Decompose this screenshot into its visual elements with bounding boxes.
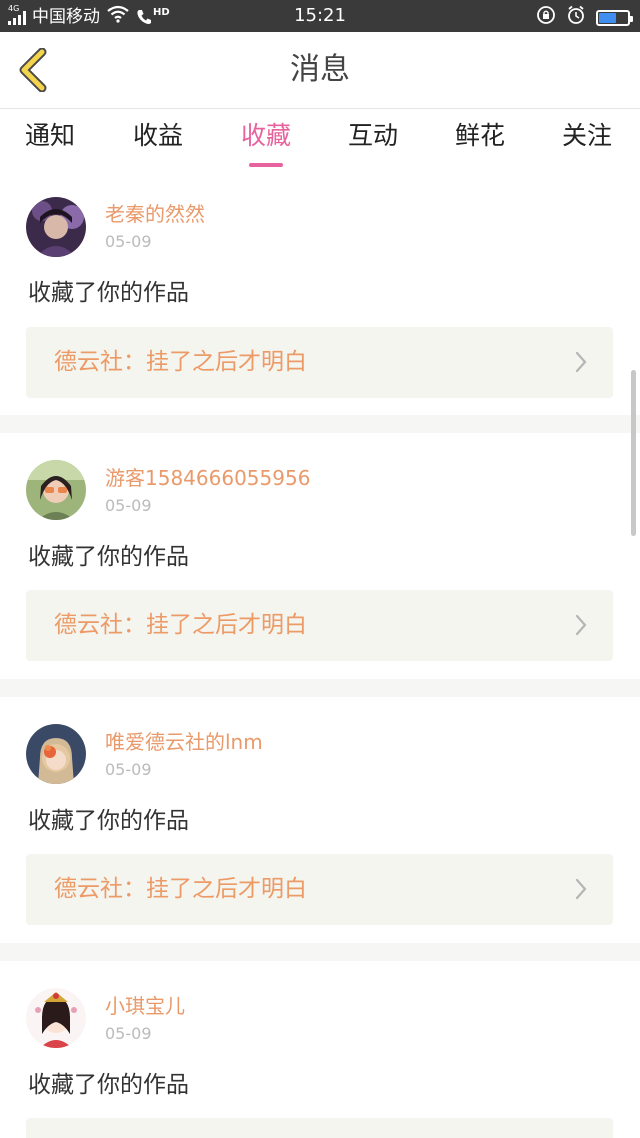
message-date: 05-09 <box>105 760 152 779</box>
message-card: 小琪宝儿 05-09 收藏了你的作品 <box>0 961 640 1138</box>
header: 消息 <box>0 32 640 109</box>
username[interactable]: 游客1584666055956 <box>105 465 310 491</box>
username[interactable]: 唯爱德云社的lnm <box>105 729 263 755</box>
message-date: 05-09 <box>105 496 152 515</box>
username[interactable]: 小琪宝儿 <box>105 993 185 1019</box>
chevron-right-icon <box>575 614 587 636</box>
scrollbar[interactable] <box>631 370 636 536</box>
page-title: 消息 <box>290 52 350 87</box>
message-card: 唯爱德云社的lnm 05-09 收藏了你的作品 德云社：挂了之后才明白 <box>0 697 640 935</box>
avatar[interactable] <box>26 988 86 1048</box>
work-link[interactable] <box>26 1118 613 1138</box>
tab-label: 鲜花 <box>455 121 506 150</box>
action-text: 收藏了你的作品 <box>28 544 189 570</box>
tab-label: 收益 <box>133 121 184 150</box>
divider <box>0 679 640 697</box>
status-bar: 4G 中国移动 HD 15:21 <box>0 0 640 32</box>
chevron-right-icon <box>575 878 587 900</box>
rotation-lock-icon <box>536 5 556 30</box>
active-tab-indicator <box>249 163 283 167</box>
tab-flowers[interactable]: 鲜花 <box>455 119 505 153</box>
work-link[interactable]: 德云社：挂了之后才明白 <box>26 854 613 925</box>
tab-label: 收藏 <box>241 121 292 150</box>
message-date: 05-09 <box>105 1024 152 1043</box>
avatar[interactable] <box>26 197 86 257</box>
work-title: 德云社：挂了之后才明白 <box>54 612 307 638</box>
tab-label: 互动 <box>348 121 399 150</box>
work-title: 德云社：挂了之后才明白 <box>54 876 307 902</box>
avatar[interactable] <box>26 460 86 520</box>
avatar[interactable] <box>26 724 86 784</box>
tab-label: 通知 <box>25 121 76 150</box>
work-link[interactable]: 德云社：挂了之后才明白 <box>26 590 613 661</box>
action-text: 收藏了你的作品 <box>28 280 189 306</box>
username[interactable]: 老秦的然然 <box>105 201 205 227</box>
divider <box>0 415 640 433</box>
tab-interactions[interactable]: 互动 <box>348 119 398 153</box>
message-date: 05-09 <box>105 232 152 251</box>
tab-label: 关注 <box>562 121 613 150</box>
message-card: 游客1584666055956 05-09 收藏了你的作品 德云社：挂了之后才明… <box>0 433 640 671</box>
tab-earnings[interactable]: 收益 <box>133 119 183 153</box>
battery-icon <box>596 9 633 26</box>
work-link[interactable]: 德云社：挂了之后才明白 <box>26 327 613 398</box>
action-text: 收藏了你的作品 <box>28 1072 189 1098</box>
tab-notifications[interactable]: 通知 <box>25 119 75 153</box>
alarm-icon <box>566 5 586 30</box>
tab-favorites[interactable]: 收藏 <box>241 119 292 167</box>
chevron-right-icon <box>575 351 587 373</box>
tab-bar: 通知 收益 收藏 互动 鲜花 关注 <box>0 109 640 177</box>
tab-follows[interactable]: 关注 <box>562 119 612 153</box>
message-card: 老秦的然然 05-09 收藏了你的作品 德云社：挂了之后才明白 <box>0 177 640 415</box>
action-text: 收藏了你的作品 <box>28 808 189 834</box>
status-right <box>536 5 633 30</box>
work-title: 德云社：挂了之后才明白 <box>54 349 307 375</box>
divider <box>0 943 640 961</box>
